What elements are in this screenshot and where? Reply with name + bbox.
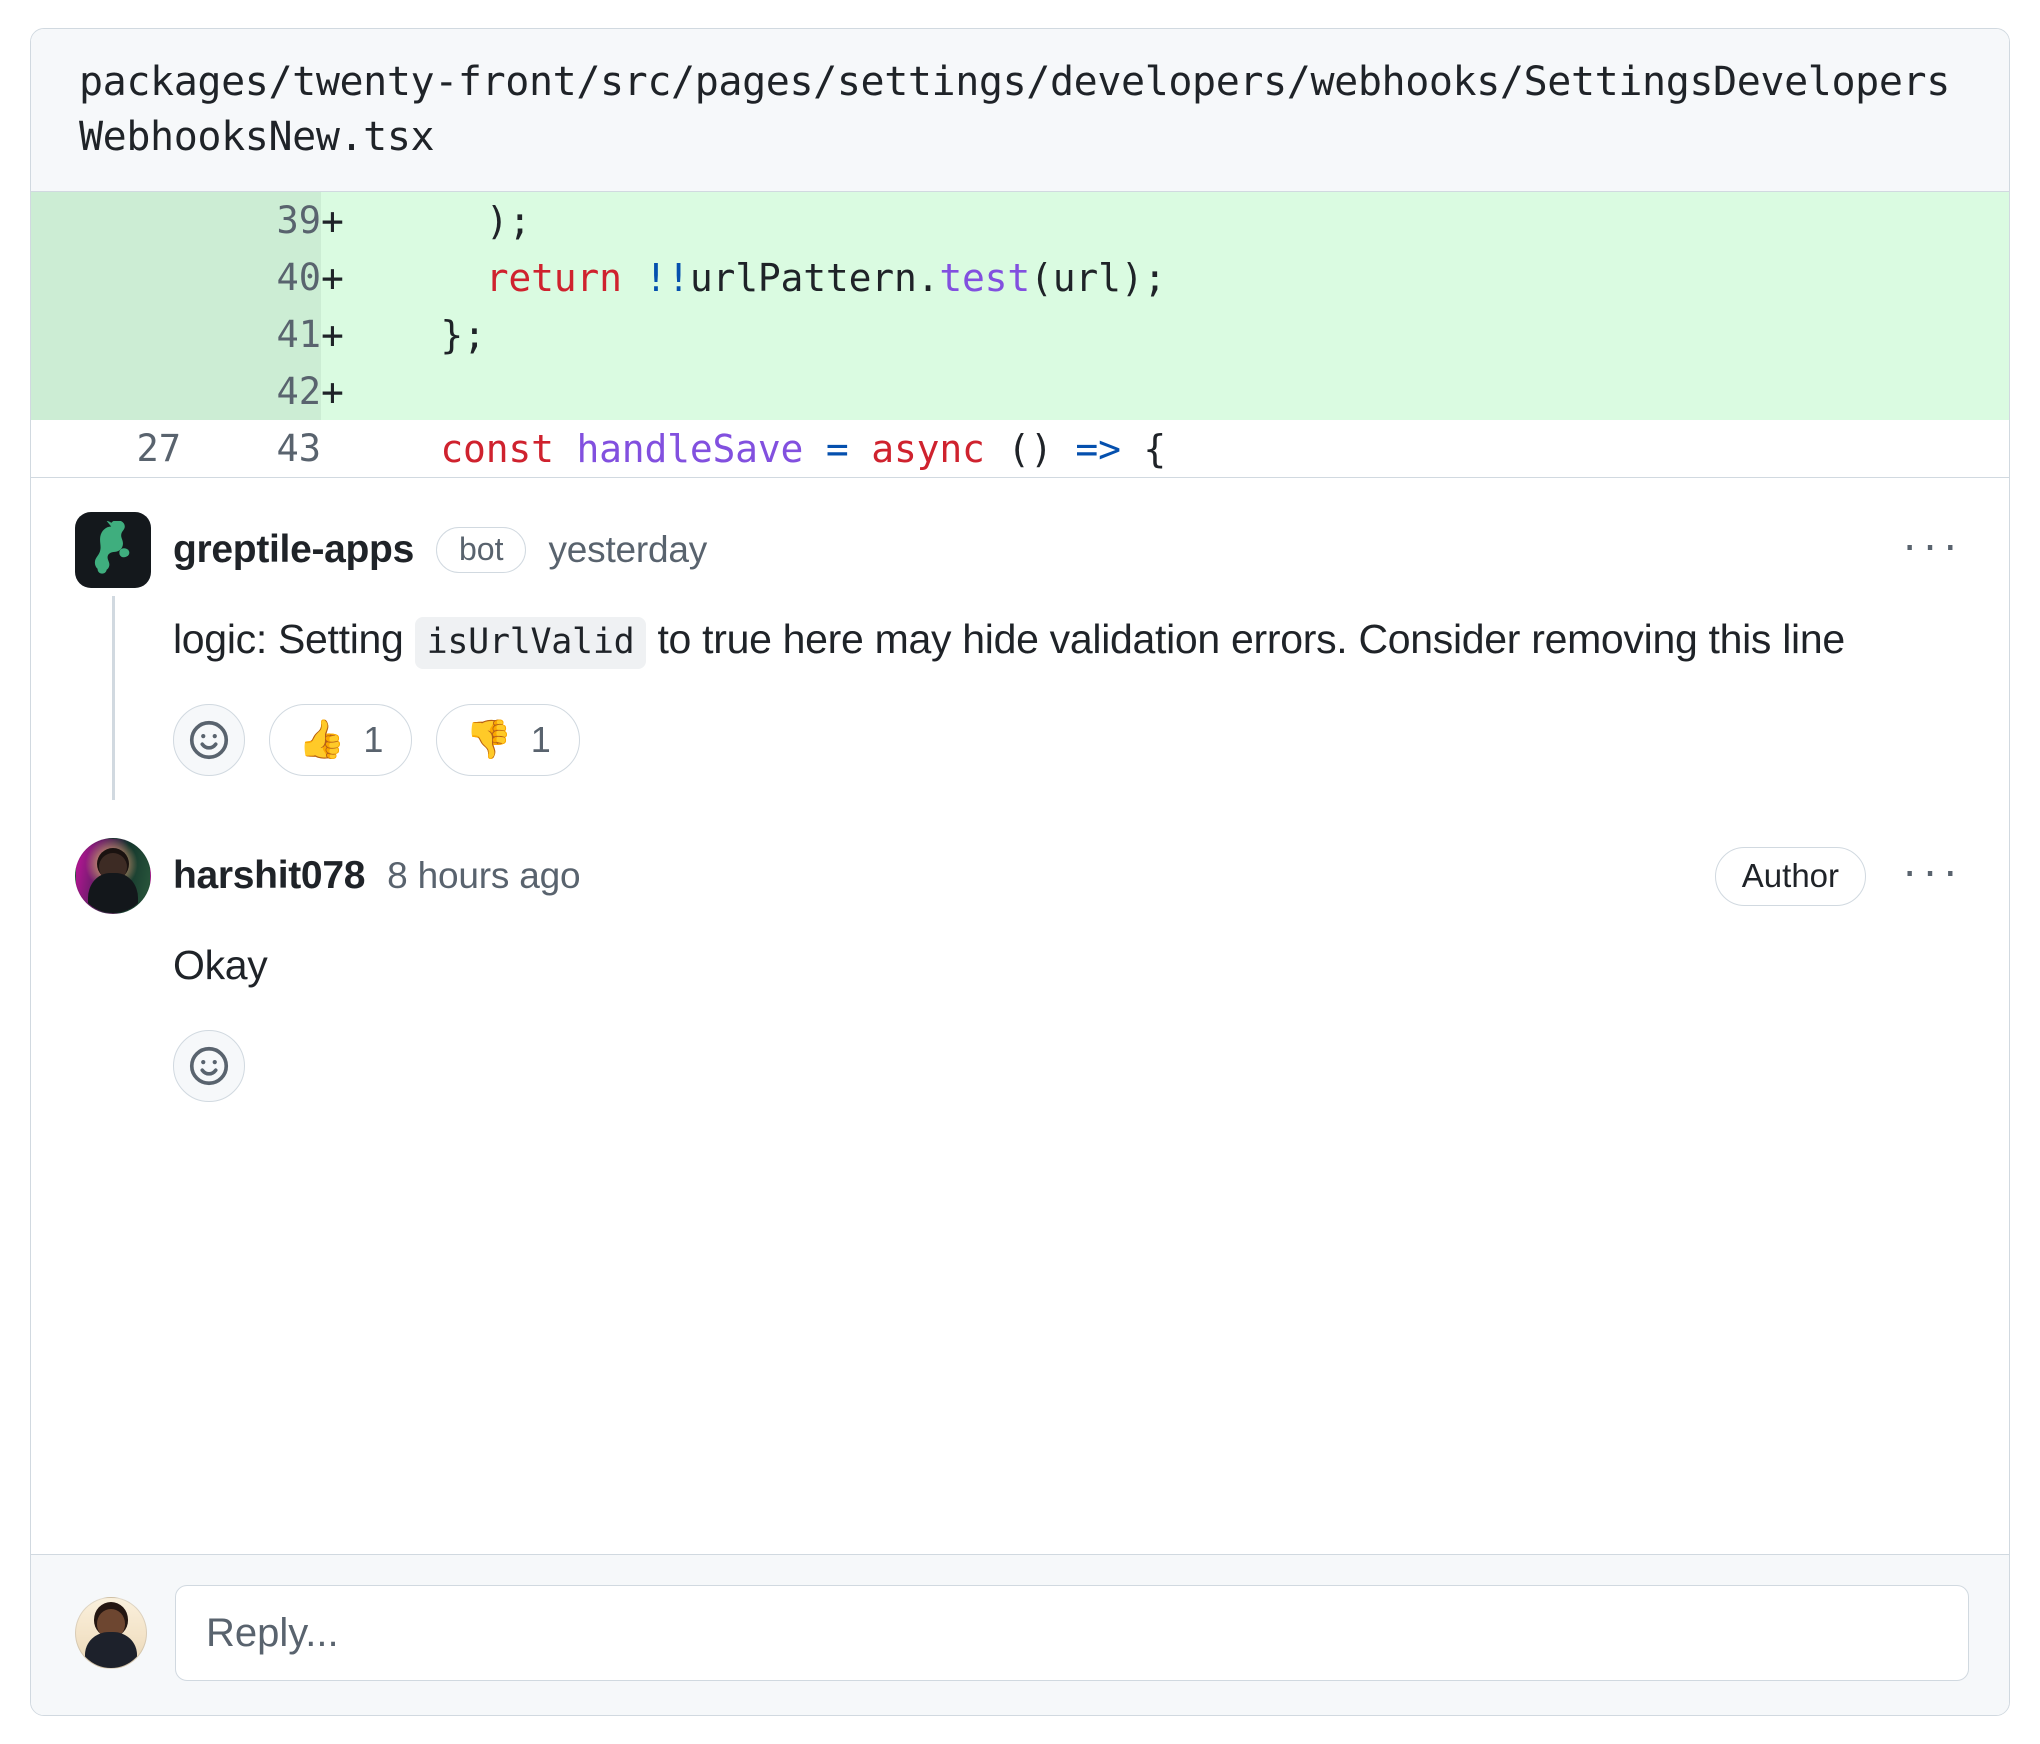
line-number-new: 41 <box>181 306 321 364</box>
harshit-avatar[interactable] <box>75 838 151 915</box>
reaction-bar: 👍 1 👎 1 <box>75 670 1969 777</box>
thumbs-up-reaction[interactable]: 👍 1 <box>269 704 413 777</box>
reaction-bar <box>75 996 1969 1103</box>
code-token: () <box>984 426 1076 471</box>
comment-header: harshit078 8 hours ago Author ··· <box>75 838 1969 915</box>
gecko-logo-icon <box>94 521 130 574</box>
line-number-old <box>31 363 181 421</box>
comment-header-actions: Author ··· <box>1714 846 1969 906</box>
comment-text: Okay <box>173 942 268 989</box>
author-badge: Author <box>1714 846 1867 906</box>
diff-hunk: 39 + ); 40 + return !!urlPattern.test(url);… <box>31 192 2009 479</box>
code-token: . <box>916 255 940 300</box>
comment-body: Okay <box>75 914 1855 996</box>
comment-author-name[interactable]: greptile-apps <box>173 528 414 572</box>
diff-marker: + <box>321 306 395 364</box>
diff-line-row: 41 + }; <box>31 306 2009 364</box>
comment-author-name[interactable]: harshit078 <box>173 854 365 898</box>
current-user-avatar <box>75 1597 147 1669</box>
comment-header: greptile-apps bot yesterday ··· <box>75 512 1969 589</box>
diff-marker: + <box>321 192 395 250</box>
diff-body: 39 + ); 40 + return !!urlPattern.test(url);… <box>31 192 2009 478</box>
diff-code-cell <box>395 363 2009 421</box>
code-token: urlPattern <box>689 255 917 300</box>
code-token: (url); <box>1030 255 1167 300</box>
reaction-emoji: 👍 <box>298 719 346 762</box>
comment-harshit: harshit078 8 hours ago Author ··· Okay <box>75 838 1969 1108</box>
line-number-old <box>31 306 181 364</box>
comment-body: logic: Setting isUrlValid to true here m… <box>75 588 1855 670</box>
code-token: async <box>871 426 985 471</box>
code-token: return <box>485 255 622 300</box>
code-token: }; <box>395 312 486 357</box>
reaction-emoji: 👎 <box>465 719 513 762</box>
line-number-new: 42 <box>181 363 321 421</box>
line-number-new: 39 <box>181 192 321 250</box>
smiley-icon <box>189 1047 229 1086</box>
diff-file-header: packages/twenty-front/src/pages/settings… <box>31 29 2009 193</box>
code-token: test <box>939 255 1031 300</box>
smiley-icon <box>189 721 229 760</box>
diff-line-row: 27 43 const handleSave = async () => { <box>31 420 2009 478</box>
diff-marker <box>321 420 395 478</box>
diff-code-cell: const handleSave = async () => { <box>395 420 2009 478</box>
code-token: ); <box>395 198 532 243</box>
comment-timestamp[interactable]: 8 hours ago <box>387 855 580 897</box>
reply-input[interactable] <box>175 1585 1969 1681</box>
comment-list: greptile-apps bot yesterday ··· logic: S… <box>31 478 2009 1554</box>
page-root: packages/twenty-front/src/pages/settings… <box>0 0 2040 1744</box>
code-token: { <box>1120 426 1167 471</box>
bot-badge: bot <box>435 527 527 574</box>
add-reaction-button[interactable] <box>173 1030 245 1103</box>
diff-code-cell: return !!urlPattern.test(url); <box>395 249 2009 307</box>
reaction-count: 1 <box>363 719 384 761</box>
thumbs-down-reaction[interactable]: 👎 1 <box>436 704 580 777</box>
comment-header-actions: ··· <box>1896 521 1969 575</box>
diff-code-cell: ); <box>395 192 2009 250</box>
line-number-old <box>31 192 181 250</box>
comment-menu-button[interactable]: ··· <box>1896 847 1969 901</box>
code-token: handleSave <box>576 426 804 471</box>
review-thread-card: packages/twenty-front/src/pages/settings… <box>30 28 2010 1716</box>
file-path: packages/twenty-front/src/pages/settings… <box>79 59 1950 161</box>
reply-bar <box>31 1554 2009 1715</box>
comment-timestamp[interactable]: yesterday <box>548 529 707 571</box>
diff-table: 39 + ); 40 + return !!urlPattern.test(url);… <box>31 192 2009 478</box>
add-reaction-button[interactable] <box>173 704 245 777</box>
comment-text: logic: Setting <box>173 616 415 663</box>
diff-marker: + <box>321 363 395 421</box>
line-number-new: 40 <box>181 249 321 307</box>
greptile-bot-avatar[interactable] <box>75 512 151 589</box>
line-number-old <box>31 249 181 307</box>
diff-line-row: 39 + ); <box>31 192 2009 250</box>
code-token: !! <box>644 255 690 300</box>
comment-greptile: greptile-apps bot yesterday ··· logic: S… <box>75 512 1969 801</box>
line-number-old: 27 <box>31 420 181 478</box>
diff-line-row: 40 + return !!urlPattern.test(url); <box>31 249 2009 307</box>
diff-marker: + <box>321 249 395 307</box>
diff-line-row: 42 + <box>31 363 2009 421</box>
diff-code-cell: }; <box>395 306 2009 364</box>
comment-menu-button[interactable]: ··· <box>1896 521 1969 575</box>
reaction-count: 1 <box>530 719 551 761</box>
code-token: = <box>825 426 849 471</box>
line-number-new: 43 <box>181 420 321 478</box>
comment-text: to true here may hide validation errors.… <box>646 616 1845 663</box>
inline-code: isUrlValid <box>414 617 647 670</box>
code-token: const <box>440 426 554 471</box>
thread-connector-line <box>112 596 115 801</box>
code-token: => <box>1075 426 1121 471</box>
